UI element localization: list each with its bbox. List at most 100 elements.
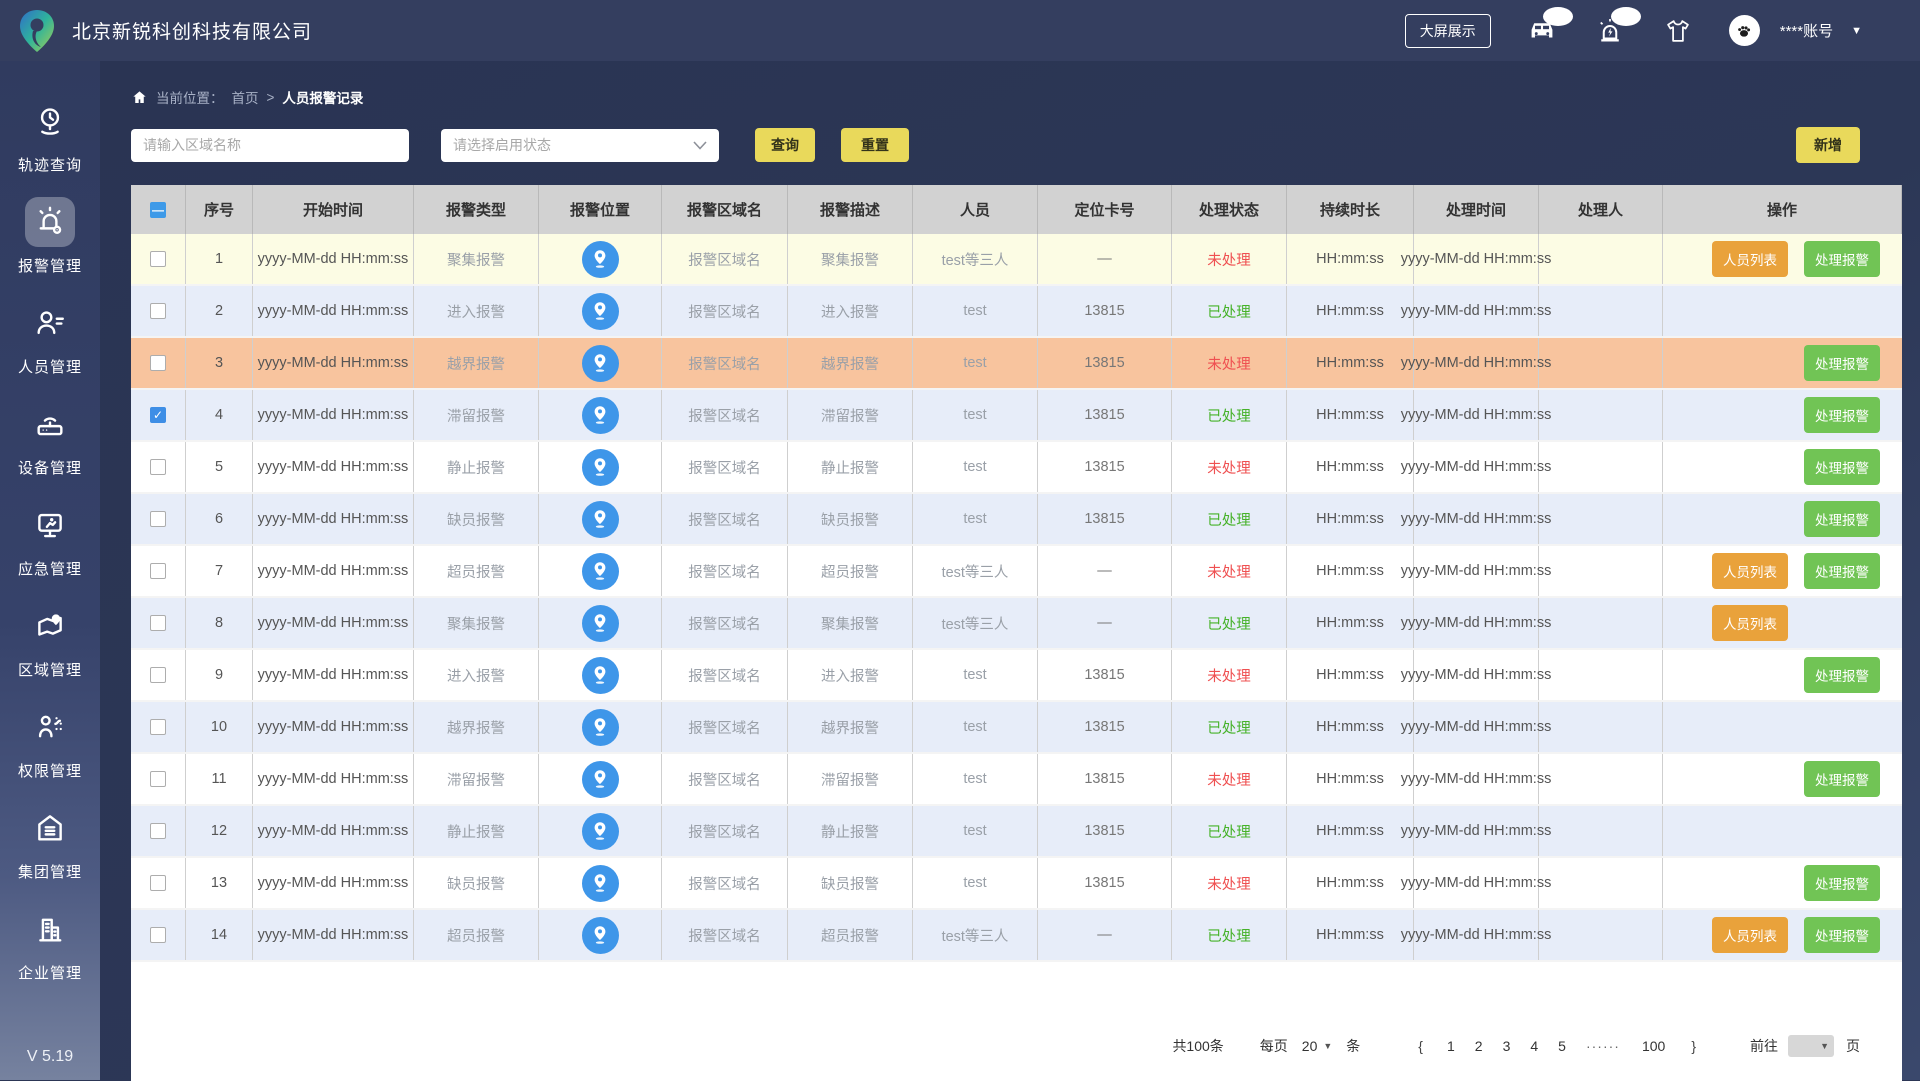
handle-alarm-button[interactable]: 处理报警	[1804, 553, 1880, 589]
page-button-1[interactable]: 1	[1447, 1038, 1455, 1054]
breadcrumb-home-link[interactable]: 首页	[232, 87, 259, 107]
sidebar-item-2[interactable]: 报警管理	[0, 186, 100, 287]
next-page-button[interactable]: }	[1691, 1038, 1696, 1054]
page-button-2[interactable]: 2	[1475, 1038, 1483, 1054]
vehicle-monitor-button[interactable]	[1525, 6, 1573, 46]
add-button[interactable]: 新增	[1796, 127, 1860, 163]
location-pin-button[interactable]	[581, 448, 619, 486]
location-pin-button[interactable]	[581, 240, 619, 278]
row-checkbox[interactable]: ✓	[150, 407, 166, 423]
location-pin-button[interactable]	[581, 552, 619, 590]
cell-alarm-area: 报警区域名	[662, 858, 788, 908]
main-content: 当前位置： 首页 > 人员报警记录 请选择启用状态 查询 重置 新增 — 序号开始…	[100, 61, 1920, 1081]
cell-actions	[1663, 702, 1902, 752]
page-button-100[interactable]: 100	[1642, 1038, 1665, 1054]
row-checkbox[interactable]	[150, 719, 166, 735]
cell-handler	[1539, 546, 1663, 596]
row-checkbox[interactable]	[150, 355, 166, 371]
paw-icon	[1738, 25, 1751, 37]
handle-alarm-button[interactable]: 处理报警	[1804, 241, 1880, 277]
cell-card-no: 13815	[1038, 338, 1172, 388]
cell-alarm-area: 报警区域名	[662, 650, 788, 700]
handle-alarm-button[interactable]: 处理报警	[1804, 657, 1880, 693]
alarm-notice-button[interactable]	[1593, 6, 1641, 46]
location-pin-button[interactable]	[581, 656, 619, 694]
goto-page-select[interactable]: ▼	[1788, 1034, 1834, 1057]
row-checkbox[interactable]	[150, 511, 166, 527]
handle-alarm-button[interactable]: 处理报警	[1804, 449, 1880, 485]
query-button[interactable]: 查询	[755, 128, 815, 162]
pagination-ellipsis: ······	[1585, 1037, 1620, 1054]
cell-alarm-area: 报警区域名	[662, 702, 788, 752]
person-list-button[interactable]: 人员列表	[1712, 605, 1788, 641]
sidebar-item-4[interactable]: 设备管理	[0, 388, 100, 489]
location-pin-button[interactable]	[581, 864, 619, 902]
handle-alarm-button[interactable]: 处理报警	[1804, 397, 1880, 433]
row-checkbox[interactable]	[150, 771, 166, 787]
page-button-4[interactable]: 4	[1530, 1038, 1538, 1054]
sidebar-item-9[interactable]: 企业管理	[0, 893, 100, 994]
per-page-select[interactable]: 20 ▼	[1302, 1038, 1333, 1054]
cell-handler	[1539, 494, 1663, 544]
row-checkbox[interactable]	[150, 927, 166, 943]
big-screen-button[interactable]: 大屏展示	[1404, 13, 1491, 48]
row-checkbox[interactable]	[150, 823, 166, 839]
sidebar-item-5[interactable]: 应急管理	[0, 489, 100, 590]
handle-alarm-button[interactable]: 处理报警	[1804, 761, 1880, 797]
location-pin-button[interactable]	[581, 292, 619, 330]
account-caret-down-icon[interactable]: ▼	[1851, 25, 1862, 37]
person-list-button[interactable]: 人员列表	[1712, 241, 1788, 277]
row-checkbox[interactable]	[150, 303, 166, 319]
cell-handle-time: yyyy-MM-dd HH:mm:ss	[1401, 858, 1551, 908]
location-pin-button[interactable]	[581, 344, 619, 382]
sidebar-item-1[interactable]: 轨迹查询	[0, 85, 100, 186]
enable-status-select[interactable]: 请选择启用状态	[441, 128, 719, 162]
row-checkbox[interactable]	[150, 875, 166, 891]
location-pin-button[interactable]	[581, 812, 619, 850]
breadcrumb-prefix: 当前位置：	[156, 91, 224, 106]
handle-alarm-button[interactable]: 处理报警	[1804, 917, 1880, 953]
row-checkbox-cell	[131, 910, 186, 960]
cell-actions: 人员列表 处理报警	[1663, 234, 1902, 284]
cell-alarm-desc: 滞留报警	[788, 390, 913, 440]
sidebar-item-3[interactable]: 人员管理	[0, 287, 100, 388]
sidebar-item-7[interactable]: 权限管理	[0, 691, 100, 792]
page-button-3[interactable]: 3	[1503, 1038, 1511, 1054]
table-header-row: — 序号 开始时间 报警类型 报警位置 报警区域名 报警描述 人员 定位卡号 处理状态 持续时长 处理…	[131, 185, 1902, 234]
cell-alarm-type: 聚集报警	[414, 234, 539, 284]
user-avatar[interactable]	[1728, 15, 1760, 46]
account-name[interactable]: ****账号	[1780, 20, 1833, 41]
reset-button[interactable]: 重置	[841, 128, 909, 162]
location-pin-button[interactable]	[581, 760, 619, 798]
row-checkbox[interactable]	[150, 563, 166, 579]
person-list-button[interactable]: 人员列表	[1712, 917, 1788, 953]
person-list-button[interactable]: 人员列表	[1712, 553, 1788, 589]
cell-duration: HH:mm:ss	[1287, 234, 1414, 284]
area-name-input[interactable]	[131, 128, 409, 162]
cell-no: 9	[186, 650, 253, 700]
cell-alarm-desc: 超员报警	[788, 910, 913, 960]
location-pin-button[interactable]	[581, 396, 619, 434]
handle-alarm-button[interactable]: 处理报警	[1804, 345, 1880, 381]
page-button-5[interactable]: 5	[1558, 1038, 1566, 1054]
row-checkbox[interactable]	[150, 459, 166, 475]
row-checkbox[interactable]	[150, 615, 166, 631]
location-pin-button[interactable]	[581, 500, 619, 538]
location-pin-button[interactable]	[581, 708, 619, 746]
sidebar-item-6[interactable]: 区域管理	[0, 590, 100, 691]
select-all-checkbox[interactable]: —	[150, 201, 166, 218]
shirt-button[interactable]	[1661, 16, 1695, 46]
row-checkbox[interactable]	[150, 251, 166, 267]
row-checkbox[interactable]	[150, 667, 166, 683]
per-page-caret-down-icon: ▼	[1323, 1040, 1333, 1051]
cell-alarm-location	[539, 598, 662, 648]
location-pin-button[interactable]	[581, 604, 619, 642]
sidebar-item-8[interactable]: 集团管理	[0, 792, 100, 893]
location-pin-button[interactable]	[581, 916, 619, 954]
prev-page-button[interactable]: {	[1418, 1038, 1423, 1054]
handle-alarm-button[interactable]: 处理报警	[1804, 865, 1880, 901]
per-page-unit: 条	[1346, 1037, 1361, 1054]
handle-alarm-button[interactable]: 处理报警	[1804, 501, 1880, 537]
sidebar-item-label: 区域管理	[17, 662, 82, 679]
cell-status: 已处理	[1172, 806, 1287, 856]
